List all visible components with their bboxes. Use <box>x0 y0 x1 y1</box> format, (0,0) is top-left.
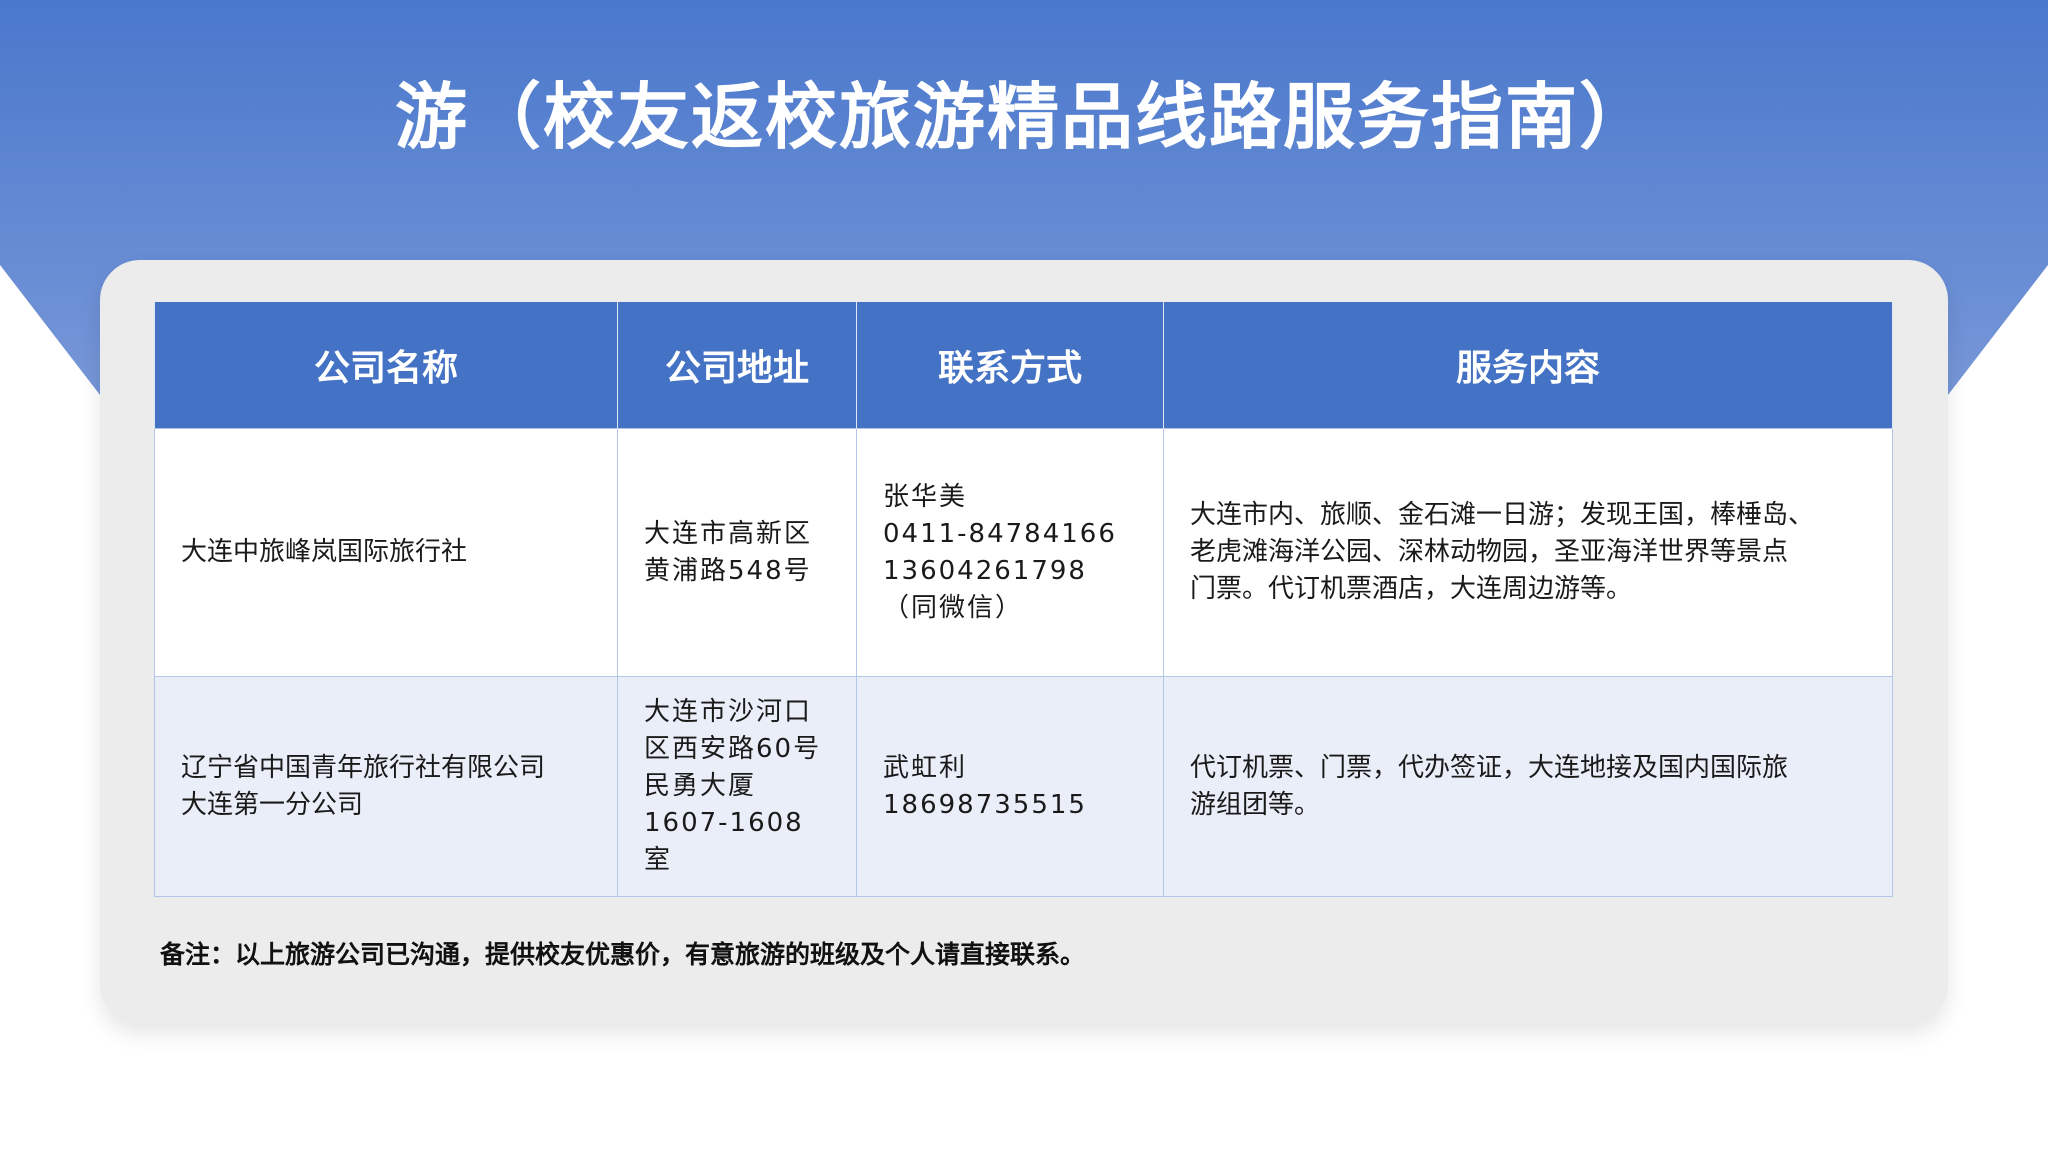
services-line: 门票。代订机票酒店，大连周边游等。 <box>1190 574 1633 604</box>
header-services: 服务内容 <box>1163 302 1893 429</box>
cell-contact: 武虹利 18698735515 <box>856 676 1164 897</box>
contact-person: 张华美 <box>883 481 968 512</box>
table-row: 大连中旅峰岚国际旅行社 大连市高新区 黄浦路548号 张华美 0411-8478… <box>154 428 1893 677</box>
cell-company-name: 辽宁省中国青年旅行社有限公司 大连第一分公司 <box>154 676 618 897</box>
cell-company-address: 大连市高新区 黄浦路548号 <box>617 428 857 677</box>
address-line: 黄浦路548号 <box>644 555 812 586</box>
address-line: 区西安路60号 <box>644 734 822 764</box>
address-line: 室 <box>644 845 673 875</box>
contact-phone: 0411-84784166 <box>883 518 1117 549</box>
footnote: 备注：以上旅游公司已沟通，提供校友优惠价，有意旅游的班级及个人请直接联系。 <box>160 940 1086 969</box>
company-name-line: 大连第一分公司 <box>181 789 364 820</box>
table-header-row: 公司名称 公司地址 联系方式 服务内容 <box>154 302 1893 429</box>
cell-company-name: 大连中旅峰岚国际旅行社 <box>154 428 618 677</box>
cell-contact: 张华美 0411-84784166 13604261798 （同微信） <box>856 428 1164 677</box>
travel-agency-table: 公司名称 公司地址 联系方式 服务内容 大连中旅峰岚国际旅行社 大连市高新区 黄… <box>154 302 1893 897</box>
contact-mobile: 18698735515 <box>883 789 1087 820</box>
header-contact: 联系方式 <box>856 302 1164 429</box>
address-line: 大连市高新区 <box>644 518 813 549</box>
cell-services: 代订机票、门票，代办签证，大连地接及国内国际旅 游组团等。 <box>1163 676 1893 897</box>
services-line: 游组团等。 <box>1190 789 1321 820</box>
header-company-address: 公司地址 <box>617 302 857 429</box>
services-line: 大连市内、旅顺、金石滩一日游；发现王国，棒棰岛、 <box>1190 500 1815 530</box>
contact-wechat-note: （同微信） <box>883 592 1024 623</box>
cell-services: 大连市内、旅顺、金石滩一日游；发现王国，棒棰岛、 老虎滩海洋公园、深林动物园，圣… <box>1163 428 1893 677</box>
contact-person: 武虹利 <box>883 752 968 783</box>
address-line: 民勇大厦 <box>644 771 757 801</box>
address-line: 大连市沙河口 <box>644 697 813 727</box>
company-name-line: 辽宁省中国青年旅行社有限公司 <box>181 752 546 783</box>
services-line: 老虎滩海洋公园、深林动物园，圣亚海洋世界等景点 <box>1190 537 1789 567</box>
cell-company-address: 大连市沙河口 区西安路60号 民勇大厦 1607-1608 室 <box>617 676 857 897</box>
company-name-text: 大连中旅峰岚国际旅行社 <box>181 537 468 567</box>
header-company-name: 公司名称 <box>154 302 618 429</box>
address-line: 1607-1608 <box>644 808 804 838</box>
contact-mobile: 13604261798 <box>883 555 1087 586</box>
table-row: 辽宁省中国青年旅行社有限公司 大连第一分公司 大连市沙河口 区西安路60号 民勇… <box>154 676 1893 897</box>
page-title: 游（校友返校旅游精品线路服务指南） <box>394 75 1653 159</box>
services-line: 代订机票、门票，代办签证，大连地接及国内国际旅 <box>1190 752 1789 783</box>
